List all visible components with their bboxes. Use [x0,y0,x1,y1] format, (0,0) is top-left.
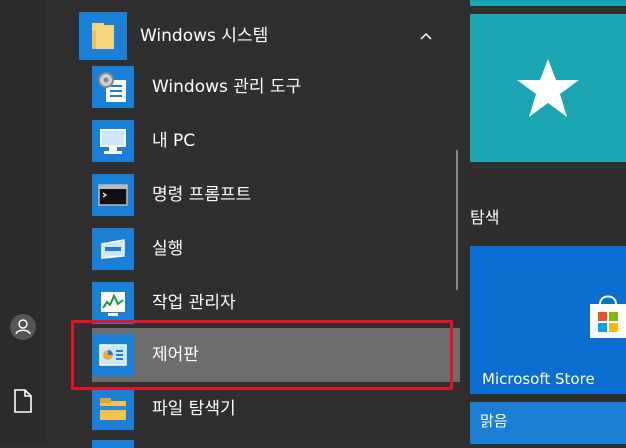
tile-weather[interactable]: 맑음 [470,402,626,444]
user-icon [10,314,36,340]
star-icon [517,59,579,117]
weather-label: 맑음 [480,412,508,430]
left-rail [0,0,46,444]
documents-button[interactable] [4,382,42,420]
app-label: 명령 프롬프트 [152,185,252,205]
app-item-next[interactable] [46,436,460,448]
app-item-file-explorer[interactable]: 파일 탐색기 [46,382,460,436]
highlight-box [71,320,453,390]
collapse-button[interactable] [416,12,436,60]
app-tile [92,282,134,324]
tile-favorites[interactable] [470,14,626,162]
folder-icon [92,23,114,49]
app-label: 파일 탐색기 [152,399,236,419]
app-tile [92,228,134,270]
tile-group-label: 탐색 [470,208,500,227]
admin-tools-icon [98,72,126,102]
app-tile [92,174,134,216]
app-tile [92,388,134,430]
app-label: Windows 관리 도구 [152,77,302,97]
app-label: 내 PC [152,131,196,151]
folder-label: Windows 시스템 [140,26,269,46]
tile-microsoft-store[interactable]: Microsoft Store [470,246,626,394]
app-item-admin-tools[interactable]: Windows 관리 도구 [46,60,460,114]
command-prompt-icon [98,184,128,206]
app-label: 실행 [152,239,184,259]
app-tile [92,440,134,448]
folder-windows-system[interactable]: Windows 시스템 [46,6,460,60]
computer-icon [100,129,126,154]
task-manager-icon [101,292,125,316]
run-icon [101,239,125,259]
file-explorer-icon [100,398,126,420]
store-icon [590,295,626,338]
app-item-this-pc[interactable]: 내 PC [46,114,460,168]
folder-tile [79,12,127,60]
app-item-command-prompt[interactable]: 명령 프롬프트 [46,168,460,222]
scrollbar[interactable] [456,150,458,290]
user-account-button[interactable] [4,308,42,346]
app-item-run[interactable]: 실행 [46,222,460,276]
tiles-pane: 탐색 Microsoft Store 맑음 [460,0,626,444]
app-tile [92,66,134,108]
chevron-up-icon [420,32,432,40]
tile-top-partial[interactable] [470,0,626,6]
app-tile [92,120,134,162]
store-label: Microsoft Store [482,370,595,388]
document-icon [14,389,32,413]
